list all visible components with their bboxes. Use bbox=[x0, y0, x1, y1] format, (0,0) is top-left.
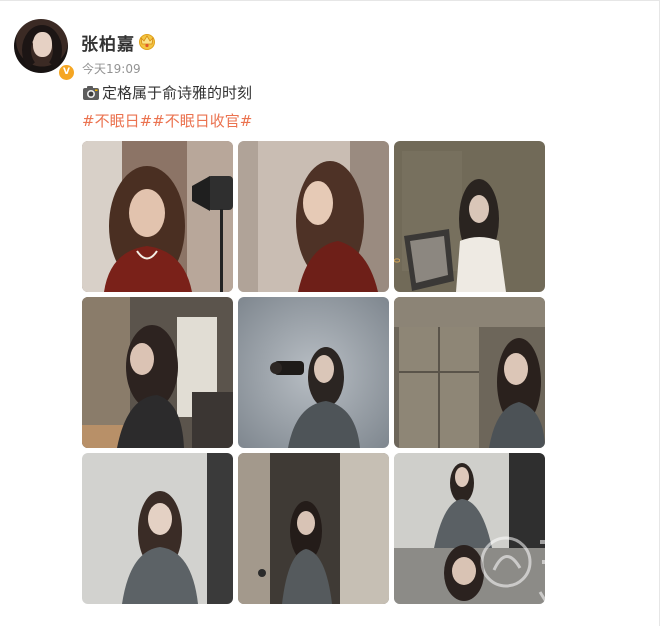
photo-woman-by-shelf bbox=[394, 297, 545, 448]
verified-icon: V bbox=[57, 63, 76, 82]
camera-icon bbox=[83, 85, 99, 100]
photo-thumbnail[interactable]: 0 bbox=[394, 141, 545, 292]
photo-woman-in-doorway bbox=[238, 453, 389, 604]
watermark-logo bbox=[480, 532, 582, 611]
photo-woman-with-camera bbox=[238, 297, 389, 448]
hashtag-list: #不眠日# #不眠日收官# bbox=[82, 110, 252, 131]
crown-badge-icon[interactable] bbox=[137, 32, 157, 50]
photo-woman-denim-white-wall bbox=[82, 453, 233, 604]
photo-woman-looking-back-room bbox=[82, 297, 233, 448]
photo-thumbnail[interactable] bbox=[82, 141, 233, 292]
svg-text:0: 0 bbox=[394, 258, 402, 263]
photo-thumbnail[interactable] bbox=[238, 297, 389, 448]
photo-thumbnail[interactable] bbox=[82, 453, 233, 604]
photo-thumbnail[interactable] bbox=[238, 141, 389, 292]
post-text: 定格属于俞诗雅的时刻 bbox=[82, 82, 252, 103]
photo-thumbnail[interactable] bbox=[82, 297, 233, 448]
photo-thumbnail[interactable] bbox=[394, 297, 545, 448]
author-name[interactable]: 张柏嘉 bbox=[81, 30, 135, 55]
top-divider bbox=[0, 0, 660, 1]
post-text-content: 定格属于俞诗雅的时刻 bbox=[102, 84, 253, 102]
author-avatar[interactable]: V bbox=[14, 19, 76, 82]
weibo-post-card: V 张柏嘉 今天19:09 定格属于俞诗雅的时刻 #不眠日# #不眠日收官# bbox=[0, 0, 660, 626]
photo-woman-reading-magazine: 0 bbox=[394, 141, 545, 292]
photo-portrait-red-jacket-front bbox=[82, 141, 233, 292]
hashtag-link[interactable]: #不眠日收官# bbox=[152, 110, 252, 131]
hashtag-link[interactable]: #不眠日# bbox=[82, 110, 152, 131]
photo-thumbnail[interactable] bbox=[238, 453, 389, 604]
photo-portrait-red-jacket-profile bbox=[238, 141, 389, 292]
post-timestamp[interactable]: 今天19:09 bbox=[82, 60, 141, 77]
